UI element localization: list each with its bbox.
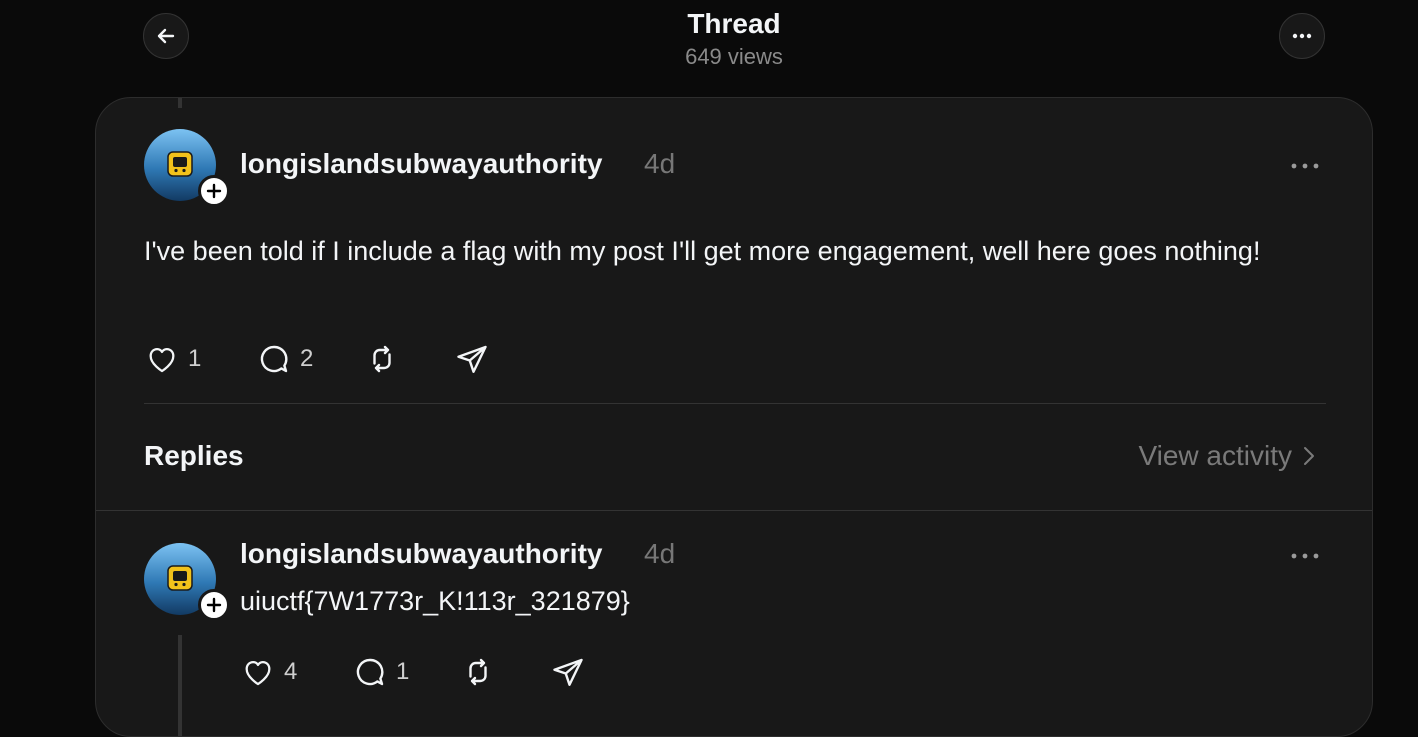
plus-icon bbox=[206, 183, 222, 199]
reply-username[interactable]: longislandsubwayauthority bbox=[240, 538, 602, 570]
comment-button[interactable]: 2 bbox=[256, 341, 364, 377]
view-activity-label: View activity bbox=[1138, 440, 1292, 471]
replies-heading: Replies bbox=[144, 440, 244, 471]
reply-count: 1 bbox=[396, 658, 410, 685]
repost-icon bbox=[373, 345, 391, 373]
page-title: Thread bbox=[687, 8, 781, 39]
avatar[interactable] bbox=[144, 129, 230, 207]
like-button[interactable]: 4 bbox=[240, 655, 352, 689]
post-time[interactable]: 4d bbox=[644, 148, 675, 180]
send-icon bbox=[553, 658, 583, 686]
divider bbox=[144, 403, 1326, 404]
follow-button[interactable] bbox=[198, 589, 230, 621]
thread-card: longislandsubwayauthority 4d I've been t… bbox=[95, 97, 1373, 737]
like-button[interactable]: 1 bbox=[144, 342, 256, 376]
reply-text: uiuctf{7W1773r_K!113r_321879} bbox=[240, 586, 630, 616]
more-horizontal-icon bbox=[1291, 553, 1319, 559]
follow-button[interactable] bbox=[198, 175, 230, 207]
repost-button[interactable] bbox=[364, 341, 454, 377]
repost-button[interactable] bbox=[460, 654, 550, 690]
heart-icon bbox=[245, 660, 271, 686]
plus-icon bbox=[206, 597, 222, 613]
reply-time[interactable]: 4d bbox=[644, 538, 675, 570]
more-horizontal-icon bbox=[1291, 163, 1319, 169]
like-count: 4 bbox=[284, 658, 298, 685]
send-icon bbox=[457, 345, 487, 373]
reply-actions: 4 1 bbox=[240, 654, 586, 690]
post-more-button[interactable] bbox=[1290, 156, 1320, 176]
reply-avatar[interactable] bbox=[144, 543, 230, 621]
post-username[interactable]: longislandsubwayauthority bbox=[240, 148, 602, 180]
top-bar: Thread 649 views bbox=[0, 0, 1418, 96]
reply-more-button[interactable] bbox=[1290, 546, 1320, 566]
more-horizontal-icon bbox=[1292, 33, 1312, 39]
view-count: 649 views bbox=[685, 44, 783, 69]
thread-connector-line bbox=[178, 98, 182, 108]
chevron-right-icon bbox=[1304, 447, 1314, 465]
comment-button[interactable]: 1 bbox=[352, 654, 460, 690]
like-count: 1 bbox=[188, 345, 202, 372]
more-options-button[interactable] bbox=[1279, 13, 1325, 59]
post-actions: 1 2 bbox=[144, 341, 490, 377]
subway-logo-icon bbox=[167, 151, 193, 177]
comment-icon bbox=[356, 658, 384, 686]
reply-count: 2 bbox=[300, 345, 314, 372]
share-button[interactable] bbox=[454, 341, 490, 377]
post-text: I've been told if I include a flag with … bbox=[144, 236, 1261, 266]
thread-connector-line bbox=[178, 635, 182, 736]
subway-logo-icon bbox=[167, 565, 193, 591]
repost-icon bbox=[469, 658, 487, 686]
share-button[interactable] bbox=[550, 654, 586, 690]
view-activity-link[interactable]: View activity bbox=[1138, 440, 1320, 472]
section-divider bbox=[96, 510, 1372, 511]
heart-icon bbox=[149, 347, 175, 373]
comment-icon bbox=[260, 345, 288, 373]
